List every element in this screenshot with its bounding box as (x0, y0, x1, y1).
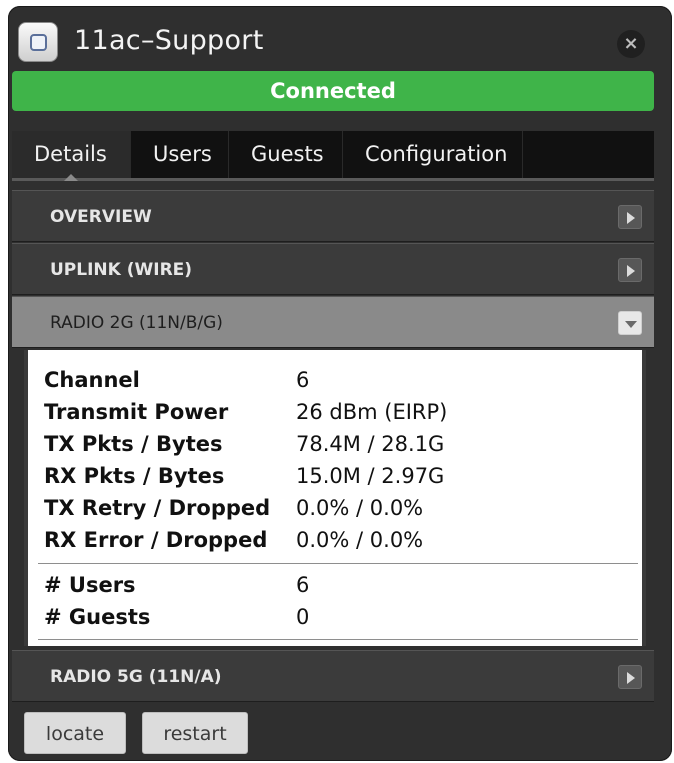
chevron-down-icon[interactable] (618, 311, 642, 335)
detail-value: 0.0% / 0.0% (296, 496, 424, 520)
device-square-icon (18, 22, 58, 62)
tab-configuration[interactable]: Configuration (343, 131, 523, 178)
section-overview-label: OVERVIEW (50, 207, 152, 227)
tab-bar: Details Users Guests Configuration (12, 131, 654, 181)
section-uplink-label: UPLINK (WIRE) (50, 260, 193, 280)
tab-guests[interactable]: Guests (229, 131, 343, 178)
close-icon[interactable]: × (617, 30, 645, 58)
section-radio-2g-label: RADIO 2G (11N/B/G) (50, 313, 223, 333)
device-title: 11ac–Support (74, 25, 264, 56)
divider (38, 639, 638, 640)
status-badge: Connected (12, 71, 654, 111)
section-radio-5g-label: RADIO 5G (11N/A) (50, 667, 222, 687)
detail-key: # Users (44, 573, 136, 597)
detail-key: Channel (44, 368, 140, 392)
detail-value: 6 (296, 368, 310, 392)
chevron-right-icon[interactable] (618, 665, 642, 689)
radio-2g-details: Channel 6 Transmit Power 26 dBm (EIRP) T… (24, 350, 646, 646)
chevron-right-icon[interactable] (618, 258, 642, 282)
detail-key: RX Pkts / Bytes (44, 464, 225, 488)
detail-key: # Guests (44, 605, 151, 629)
section-radio-2g[interactable]: RADIO 2G (11N/B/G) (12, 296, 654, 348)
detail-key: TX Pkts / Bytes (44, 432, 223, 456)
divider (38, 563, 638, 564)
section-radio-5g[interactable]: RADIO 5G (11N/A) (12, 650, 654, 702)
detail-value: 0.0% / 0.0% (296, 528, 424, 552)
detail-value: 26 dBm (EIRP) (296, 400, 448, 424)
detail-key: RX Error / Dropped (44, 528, 268, 552)
chevron-right-icon[interactable] (618, 205, 642, 229)
locate-button[interactable]: locate (24, 712, 126, 754)
restart-button[interactable]: restart (142, 712, 248, 754)
detail-value: 15.0M / 2.97G (296, 464, 445, 488)
detail-value: 78.4M / 28.1G (296, 432, 445, 456)
section-uplink[interactable]: UPLINK (WIRE) (12, 243, 654, 295)
section-overview[interactable]: OVERVIEW (12, 190, 654, 242)
tab-details[interactable]: Details (12, 131, 131, 181)
detail-value: 6 (296, 573, 310, 597)
detail-value: 0 (296, 605, 310, 629)
detail-key: TX Retry / Dropped (44, 496, 271, 520)
detail-key: Transmit Power (44, 400, 229, 424)
tab-users[interactable]: Users (131, 131, 229, 178)
panel-header: 11ac–Support × (14, 20, 654, 64)
